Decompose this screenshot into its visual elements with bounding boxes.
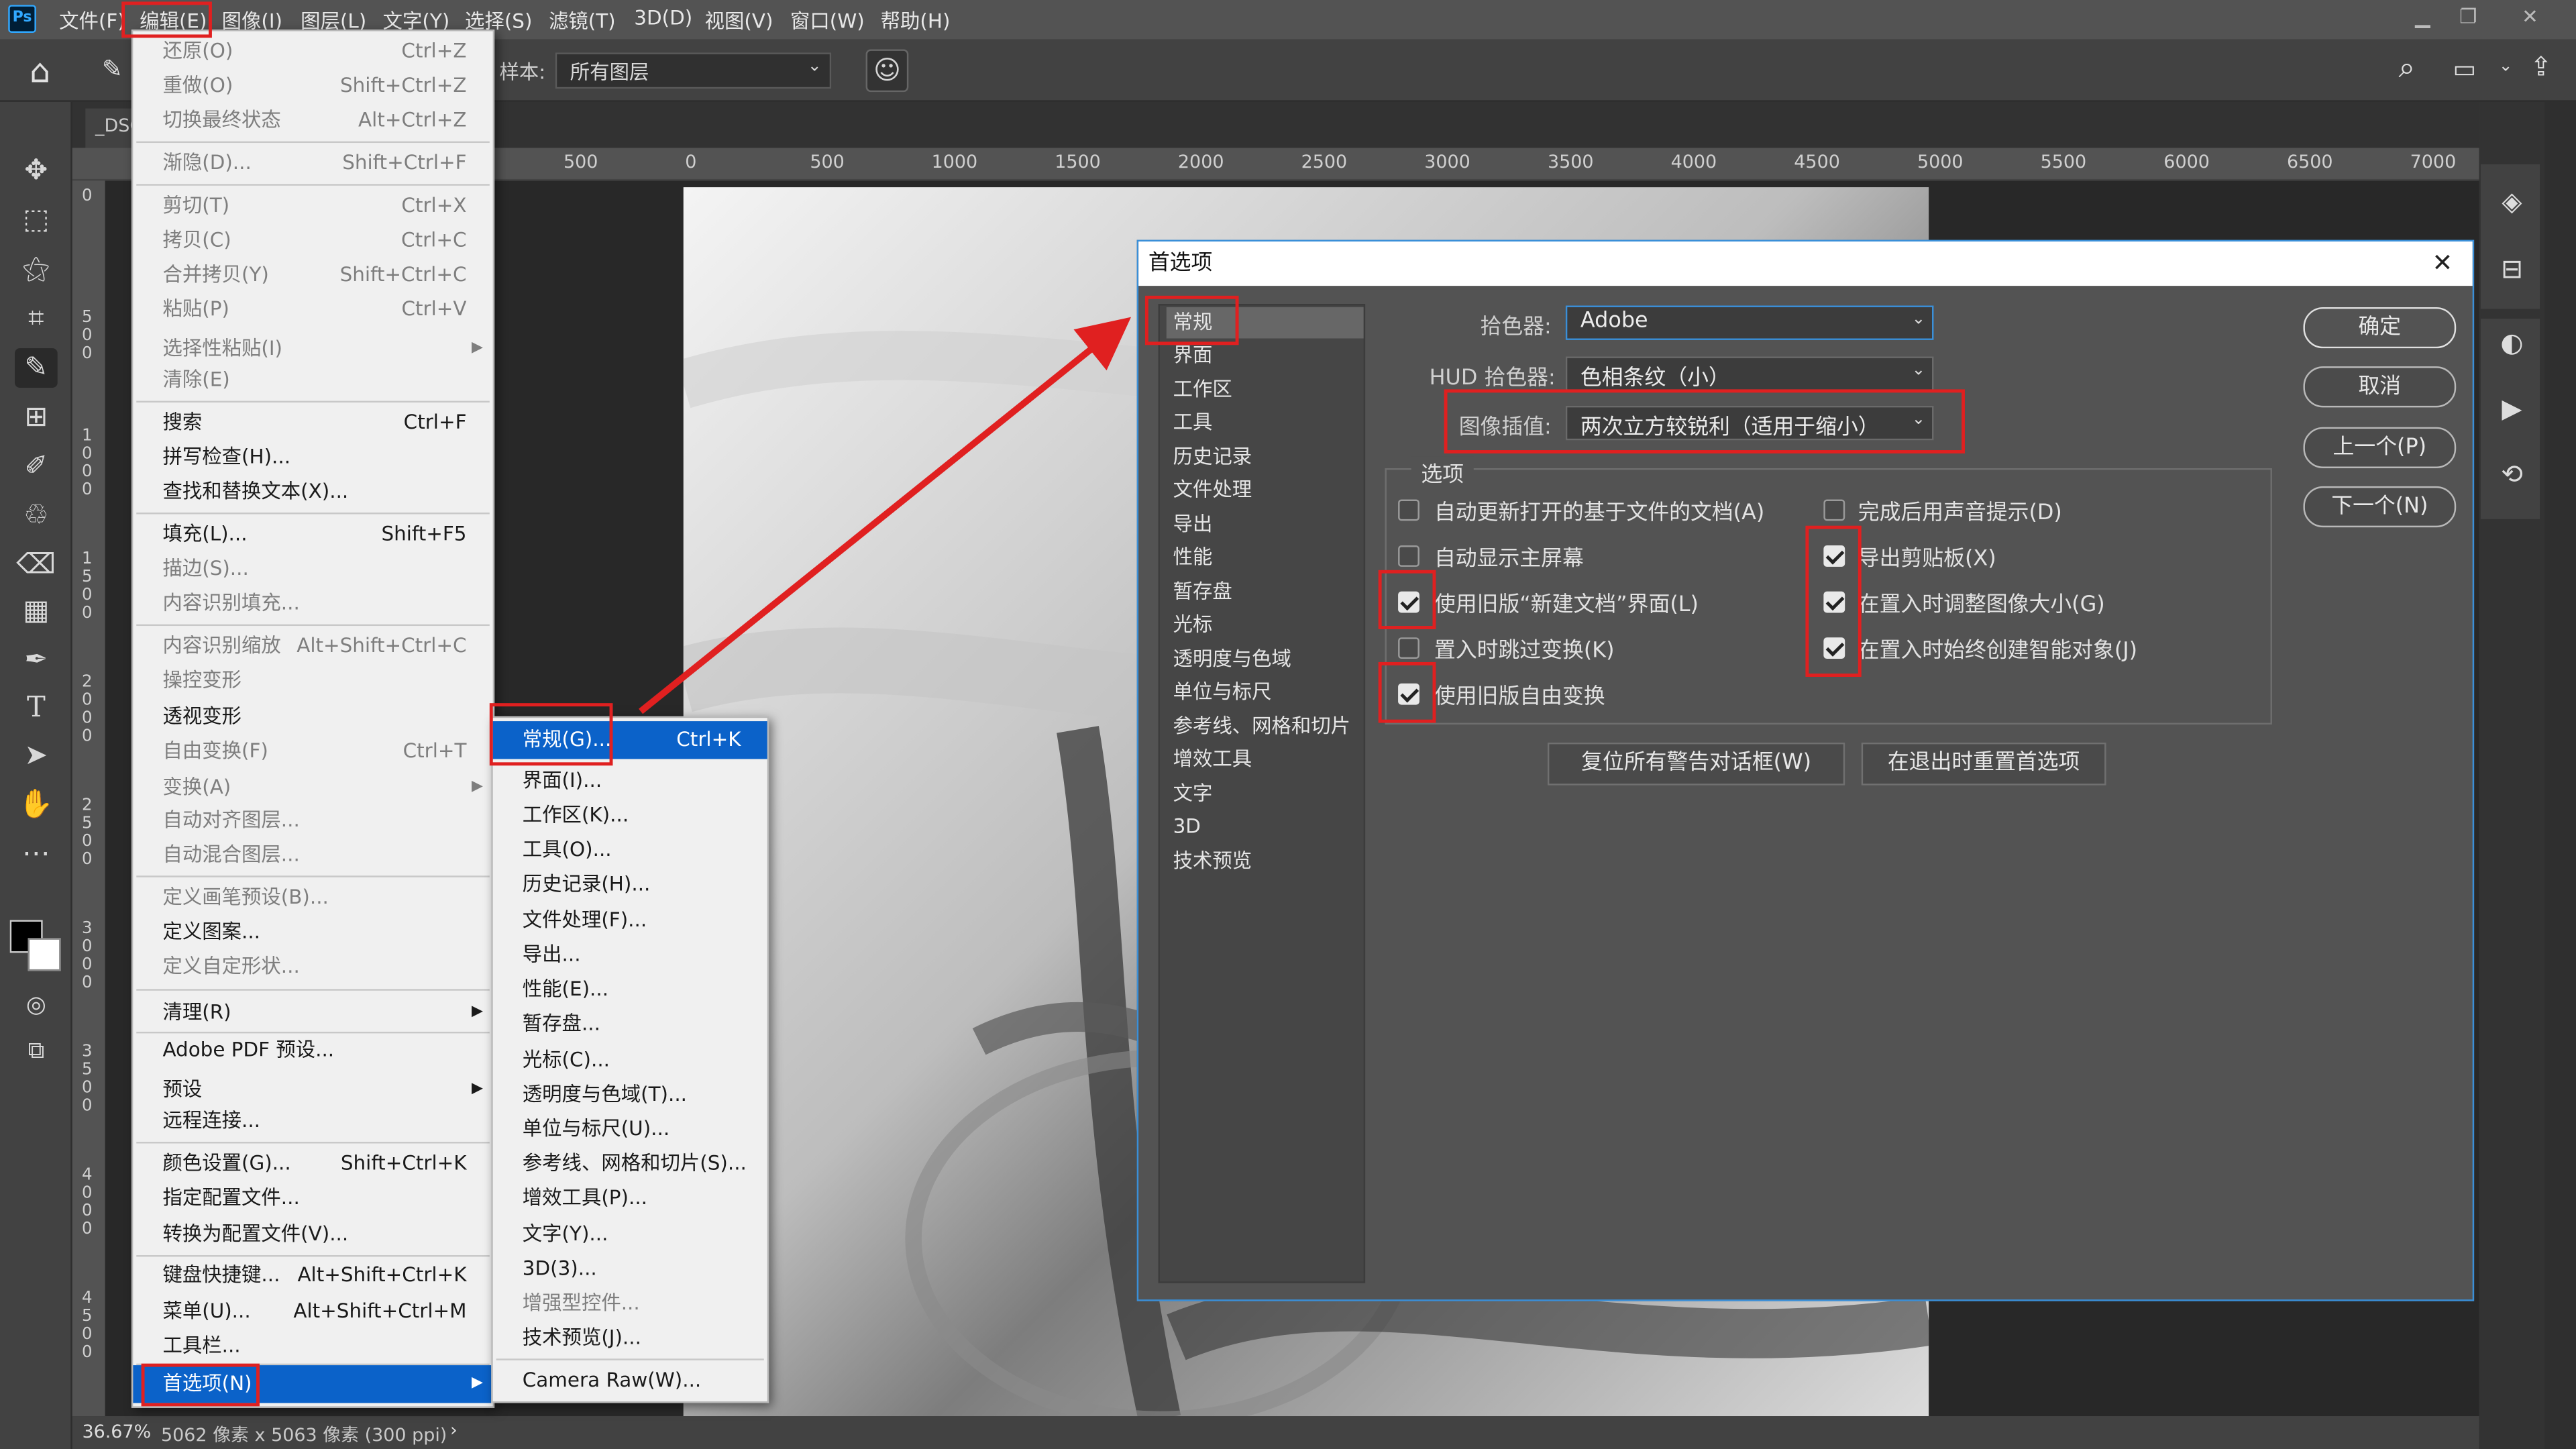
annotation-arrow: [639, 317, 1132, 714]
photoshop-window: Ps 文件(F) 编辑(E) 图像(I) 图层(L) 文字(Y) 选择(S) 滤…: [0, 0, 2576, 1449]
